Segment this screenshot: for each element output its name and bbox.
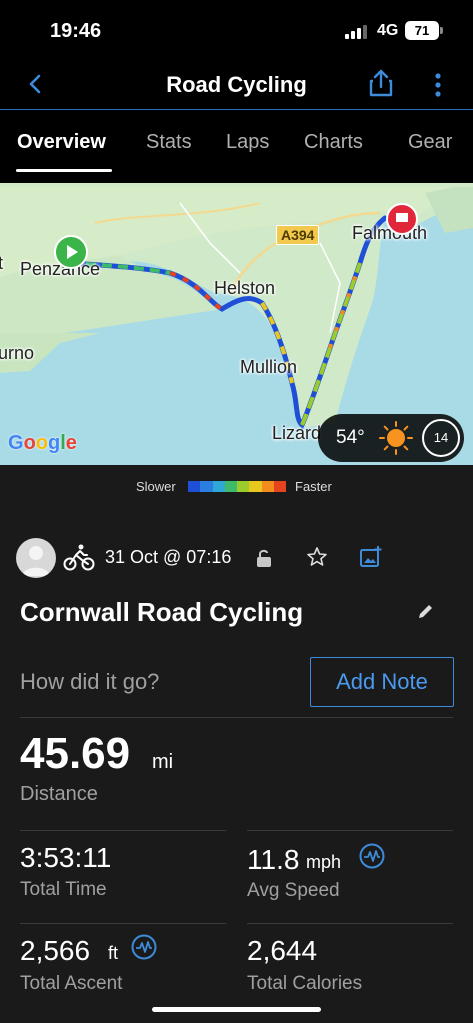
- activity-summary: 31 Oct @ 07:16 Cornwall Road Cycling How…: [0, 509, 473, 1023]
- tab-active-indicator: [16, 169, 112, 172]
- map-label-edge-bottom: urno: [0, 343, 35, 363]
- map-label-lizard: Lizard: [272, 423, 322, 443]
- tab-charts[interactable]: Charts: [304, 131, 363, 154]
- cycling-icon: [63, 542, 95, 572]
- feedback-prompt: How did it go?: [20, 669, 160, 694]
- legend-color-swatch: [188, 481, 201, 492]
- avg-speed-unit: mph: [306, 852, 342, 872]
- unlock-icon[interactable]: [256, 548, 272, 568]
- total-ascent-value: 2,566: [20, 935, 91, 966]
- distance-label: Distance: [20, 783, 98, 805]
- activity-date: 31 Oct @ 07:16: [105, 547, 232, 567]
- legend-color-swatch: [237, 481, 250, 492]
- road-badge: A394: [276, 225, 320, 245]
- more-vertical-icon[interactable]: [428, 70, 448, 100]
- divider: [247, 830, 453, 831]
- tab-stats[interactable]: Stats: [146, 131, 192, 154]
- signal-icon: [345, 25, 367, 39]
- legend-color-swatch: [249, 481, 262, 492]
- activity-title: Cornwall Road Cycling: [20, 597, 304, 627]
- divider: [20, 923, 226, 924]
- google-logo: Google: [8, 432, 77, 454]
- total-time-label: Total Time: [20, 879, 107, 900]
- divider: [20, 717, 453, 718]
- legend-color-scale: [188, 481, 286, 492]
- divider: [247, 923, 453, 924]
- wind-speed-indicator: 14: [422, 419, 460, 457]
- distance-value: 45.69: [20, 729, 131, 778]
- total-ascent-unit: ft: [108, 943, 119, 963]
- page-title: Road Cycling: [166, 72, 307, 97]
- legend-color-swatch: [224, 481, 237, 492]
- chevron-left-icon[interactable]: [22, 70, 52, 100]
- weather-widget: 54° 14: [318, 414, 464, 462]
- finish-marker-icon: [386, 203, 418, 235]
- share-icon[interactable]: [368, 68, 394, 98]
- add-photo-icon[interactable]: [359, 545, 383, 569]
- start-marker-icon: [54, 235, 88, 269]
- map-label-mullion: Mullion: [240, 357, 298, 377]
- map-label-edge-top: t: [0, 253, 4, 273]
- pulse-chart-icon[interactable]: [359, 843, 385, 869]
- edit-icon[interactable]: [416, 601, 436, 621]
- legend-color-swatch: [212, 481, 225, 492]
- status-time: 19:46: [50, 20, 102, 42]
- legend-faster-label: Faster: [295, 479, 332, 494]
- avg-speed-value: 11.8: [247, 844, 300, 875]
- divider: [20, 830, 226, 831]
- nav-bar: Road Cycling: [0, 62, 473, 110]
- battery-icon: 71: [405, 21, 443, 40]
- total-time-value: 3:53:11: [20, 842, 112, 873]
- legend-color-swatch: [273, 481, 286, 492]
- pulse-chart-icon[interactable]: [131, 934, 157, 960]
- avatar[interactable]: [16, 538, 56, 578]
- tab-overview[interactable]: Overview: [17, 131, 106, 154]
- tab-laps[interactable]: Laps: [226, 131, 269, 154]
- home-indicator[interactable]: [152, 1007, 321, 1012]
- sun-icon: [378, 420, 414, 456]
- avg-speed-label: Avg Speed: [247, 880, 340, 901]
- distance-unit: mi: [152, 751, 174, 773]
- weather-temperature: 54°: [336, 427, 365, 448]
- tab-gear[interactable]: Gear: [408, 131, 452, 154]
- legend-color-swatch: [200, 481, 213, 492]
- total-ascent-label: Total Ascent: [20, 973, 123, 994]
- total-calories-label: Total Calories: [247, 973, 363, 994]
- network-type: 4G: [377, 22, 399, 39]
- legend-color-swatch: [261, 481, 274, 492]
- legend-slower-label: Slower: [136, 479, 176, 494]
- tab-bar: Overview Stats Laps Charts Gear: [0, 111, 473, 175]
- map-label-helston: Helston: [214, 278, 276, 298]
- total-calories-value: 2,644: [247, 935, 318, 966]
- star-icon[interactable]: [306, 546, 328, 568]
- speed-legend: Slower Faster: [0, 465, 473, 509]
- add-note-button[interactable]: Add Note: [310, 657, 454, 707]
- status-bar: 19:46 4G 71: [0, 0, 473, 62]
